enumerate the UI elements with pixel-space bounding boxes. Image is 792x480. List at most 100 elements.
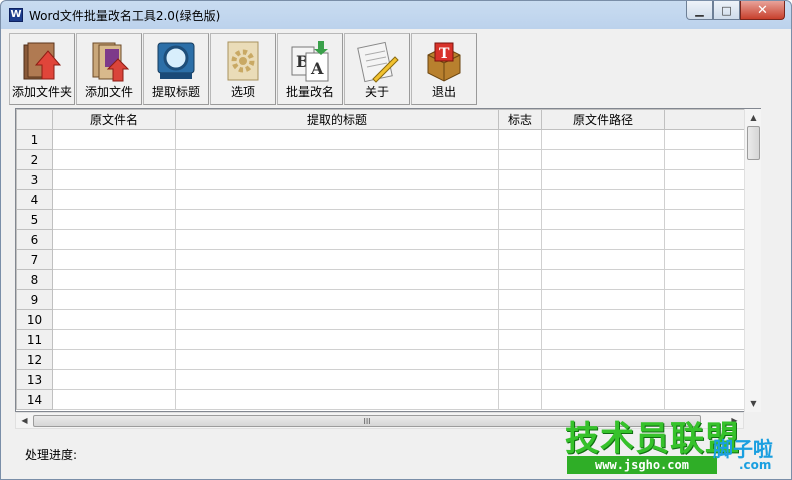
table-cell[interactable]	[52, 249, 176, 270]
about-button[interactable]: 关于	[344, 33, 410, 105]
table-cell[interactable]	[52, 369, 176, 390]
row-number[interactable]: 8	[16, 269, 53, 290]
row-number[interactable]: 12	[16, 349, 53, 370]
table-cell[interactable]	[52, 169, 176, 190]
scroll-down-icon[interactable]: ▼	[745, 395, 762, 412]
table-cell[interactable]	[175, 309, 499, 330]
table-row[interactable]: 5	[16, 209, 760, 230]
table-cell[interactable]	[175, 189, 499, 210]
table-cell[interactable]	[175, 169, 499, 190]
table-cell[interactable]	[175, 229, 499, 250]
row-number[interactable]: 11	[16, 329, 53, 350]
table-cell[interactable]	[52, 309, 176, 330]
minimize-button[interactable]: ▁	[686, 1, 713, 20]
table-cell[interactable]	[541, 269, 665, 290]
table-cell[interactable]	[175, 329, 499, 350]
table-row[interactable]: 8	[16, 269, 760, 290]
table-cell[interactable]	[498, 149, 542, 170]
table-cell[interactable]	[175, 389, 499, 410]
vertical-scroll-thumb[interactable]	[747, 126, 760, 160]
exit-button[interactable]: T 退出	[411, 33, 477, 105]
table-row[interactable]: 12	[16, 349, 760, 370]
table-cell[interactable]	[541, 349, 665, 370]
table-cell[interactable]	[498, 189, 542, 210]
table-cell[interactable]	[541, 169, 665, 190]
column-header-flag[interactable]: 标志	[498, 109, 542, 130]
title-bar[interactable]: W Word文件批量改名工具2.0(绿色版) ▁ □ ✕	[1, 1, 791, 29]
table-cell[interactable]	[498, 309, 542, 330]
table-cell[interactable]	[541, 289, 665, 310]
table-cell[interactable]	[541, 189, 665, 210]
table-cell[interactable]	[175, 289, 499, 310]
row-number[interactable]: 4	[16, 189, 53, 210]
table-row[interactable]: 6	[16, 229, 760, 250]
maximize-button[interactable]: □	[713, 1, 740, 20]
column-header-original-path[interactable]: 原文件路径	[541, 109, 665, 130]
close-button[interactable]: ✕	[740, 1, 785, 20]
corner-header[interactable]	[16, 109, 53, 130]
table-cell[interactable]	[52, 289, 176, 310]
row-number[interactable]: 6	[16, 229, 53, 250]
row-number[interactable]: 2	[16, 149, 53, 170]
vertical-scrollbar[interactable]: ▲ ▼	[744, 109, 761, 412]
table-cell[interactable]	[52, 329, 176, 350]
table-cell[interactable]	[175, 349, 499, 370]
table-cell[interactable]	[175, 269, 499, 290]
table-cell[interactable]	[498, 209, 542, 230]
row-number[interactable]: 1	[16, 129, 53, 150]
table-cell[interactable]	[498, 249, 542, 270]
options-button[interactable]: 选项	[210, 33, 276, 105]
table-cell[interactable]	[52, 189, 176, 210]
scroll-left-icon[interactable]: ◀	[16, 413, 33, 428]
table-cell[interactable]	[498, 129, 542, 150]
table-row[interactable]: 11	[16, 329, 760, 350]
file-grid[interactable]: 原文件名 提取的标题 标志 原文件路径 处理结 1234567891011121…	[15, 108, 761, 412]
table-cell[interactable]	[52, 149, 176, 170]
table-cell[interactable]	[498, 389, 542, 410]
table-cell[interactable]	[52, 389, 176, 410]
table-cell[interactable]	[541, 149, 665, 170]
table-cell[interactable]	[52, 229, 176, 250]
row-number[interactable]: 14	[16, 389, 53, 410]
table-cell[interactable]	[541, 329, 665, 350]
table-cell[interactable]	[175, 369, 499, 390]
table-row[interactable]: 13	[16, 369, 760, 390]
table-row[interactable]: 4	[16, 189, 760, 210]
add-folder-button[interactable]: 添加文件夹	[9, 33, 75, 105]
column-header-extracted-title[interactable]: 提取的标题	[175, 109, 499, 130]
table-row[interactable]: 14	[16, 389, 760, 410]
row-number[interactable]: 9	[16, 289, 53, 310]
table-cell[interactable]	[175, 249, 499, 270]
table-cell[interactable]	[52, 269, 176, 290]
add-file-button[interactable]: 添加文件	[76, 33, 142, 105]
table-cell[interactable]	[52, 129, 176, 150]
table-cell[interactable]	[175, 149, 499, 170]
table-cell[interactable]	[541, 369, 665, 390]
batch-rename-button[interactable]: B A 批量改名	[277, 33, 343, 105]
table-cell[interactable]	[498, 369, 542, 390]
table-cell[interactable]	[541, 129, 665, 150]
row-number[interactable]: 7	[16, 249, 53, 270]
row-number[interactable]: 10	[16, 309, 53, 330]
row-number[interactable]: 3	[16, 169, 53, 190]
table-cell[interactable]	[498, 269, 542, 290]
table-cell[interactable]	[52, 349, 176, 370]
table-cell[interactable]	[498, 289, 542, 310]
table-cell[interactable]	[175, 209, 499, 230]
table-cell[interactable]	[498, 229, 542, 250]
table-row[interactable]: 2	[16, 149, 760, 170]
table-cell[interactable]	[541, 229, 665, 250]
table-cell[interactable]	[52, 209, 176, 230]
table-row[interactable]: 1	[16, 129, 760, 150]
table-cell[interactable]	[498, 169, 542, 190]
table-row[interactable]: 3	[16, 169, 760, 190]
table-row[interactable]: 10	[16, 309, 760, 330]
extract-title-button[interactable]: 提取标题	[143, 33, 209, 105]
table-cell[interactable]	[541, 249, 665, 270]
table-cell[interactable]	[541, 209, 665, 230]
table-row[interactable]: 7	[16, 249, 760, 270]
row-number[interactable]: 13	[16, 369, 53, 390]
scroll-up-icon[interactable]: ▲	[745, 109, 762, 126]
table-row[interactable]: 9	[16, 289, 760, 310]
column-header-original-name[interactable]: 原文件名	[52, 109, 176, 130]
